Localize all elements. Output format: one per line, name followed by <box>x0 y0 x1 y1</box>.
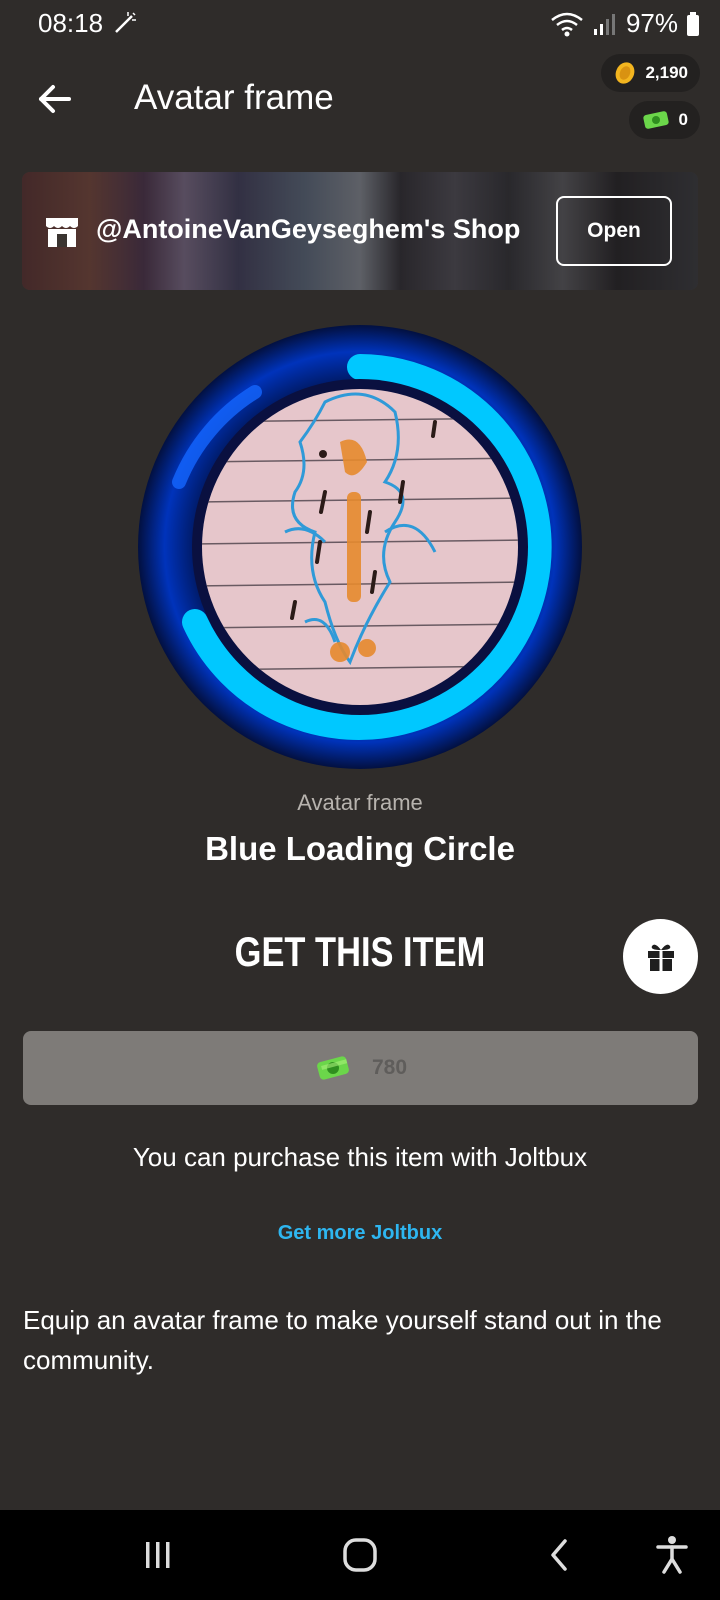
joltbux-count: 0 <box>678 110 688 129</box>
arrow-left-icon <box>39 85 71 113</box>
home-icon <box>343 1538 377 1572</box>
item-type-label: Avatar frame <box>297 790 423 815</box>
joltbux-balance[interactable]: 0 <box>628 101 700 139</box>
open-shop-button[interactable]: Open <box>556 196 672 266</box>
shop-name: @AntoineVanGeyseghem's Shop <box>96 214 521 244</box>
accessibility-button[interactable] <box>642 1530 702 1580</box>
status-time: 08:18 <box>38 8 104 38</box>
chevron-left-icon <box>551 1539 567 1571</box>
buy-with-joltbux-button[interactable]: 780 <box>23 1031 698 1105</box>
coins-count: 2,190 <box>645 63 688 82</box>
coin-icon <box>616 62 635 84</box>
coins-balance[interactable]: 2,190 <box>601 54 700 92</box>
back-nav-button[interactable] <box>530 1530 590 1580</box>
recent-apps-icon <box>146 1542 170 1568</box>
recent-apps-button[interactable] <box>128 1530 188 1580</box>
status-icons: 97% <box>550 8 700 39</box>
back-button[interactable] <box>30 74 80 124</box>
item-description: Equip an avatar frame to make yourself s… <box>23 1305 662 1375</box>
item-name: Blue Loading Circle <box>205 830 515 867</box>
wifi-icon <box>551 12 583 36</box>
purchase-note: You can purchase this item with Joltbux <box>132 1142 588 1172</box>
get-item-heading: GET THIS ITEM <box>234 928 486 975</box>
joltbux-icon <box>642 111 669 129</box>
joltbux-icon <box>317 1056 349 1080</box>
system-nav-bar <box>0 1510 720 1600</box>
home-button[interactable] <box>330 1530 390 1580</box>
battery-percent: 97% <box>625 8 678 38</box>
magic-wand-icon <box>115 12 136 33</box>
signal-icon <box>593 13 615 35</box>
get-more-joltbux-link[interactable]: Get more Joltbux <box>0 1222 720 1245</box>
gift-button[interactable] <box>623 919 698 994</box>
price-value: 780 <box>371 1056 408 1079</box>
storefront-icon <box>46 218 78 247</box>
battery-icon <box>687 11 699 36</box>
page-title: Avatar frame <box>134 78 334 117</box>
avatar-frame-preview <box>138 325 582 769</box>
accessibility-icon <box>656 1536 688 1574</box>
gift-icon <box>647 944 674 971</box>
